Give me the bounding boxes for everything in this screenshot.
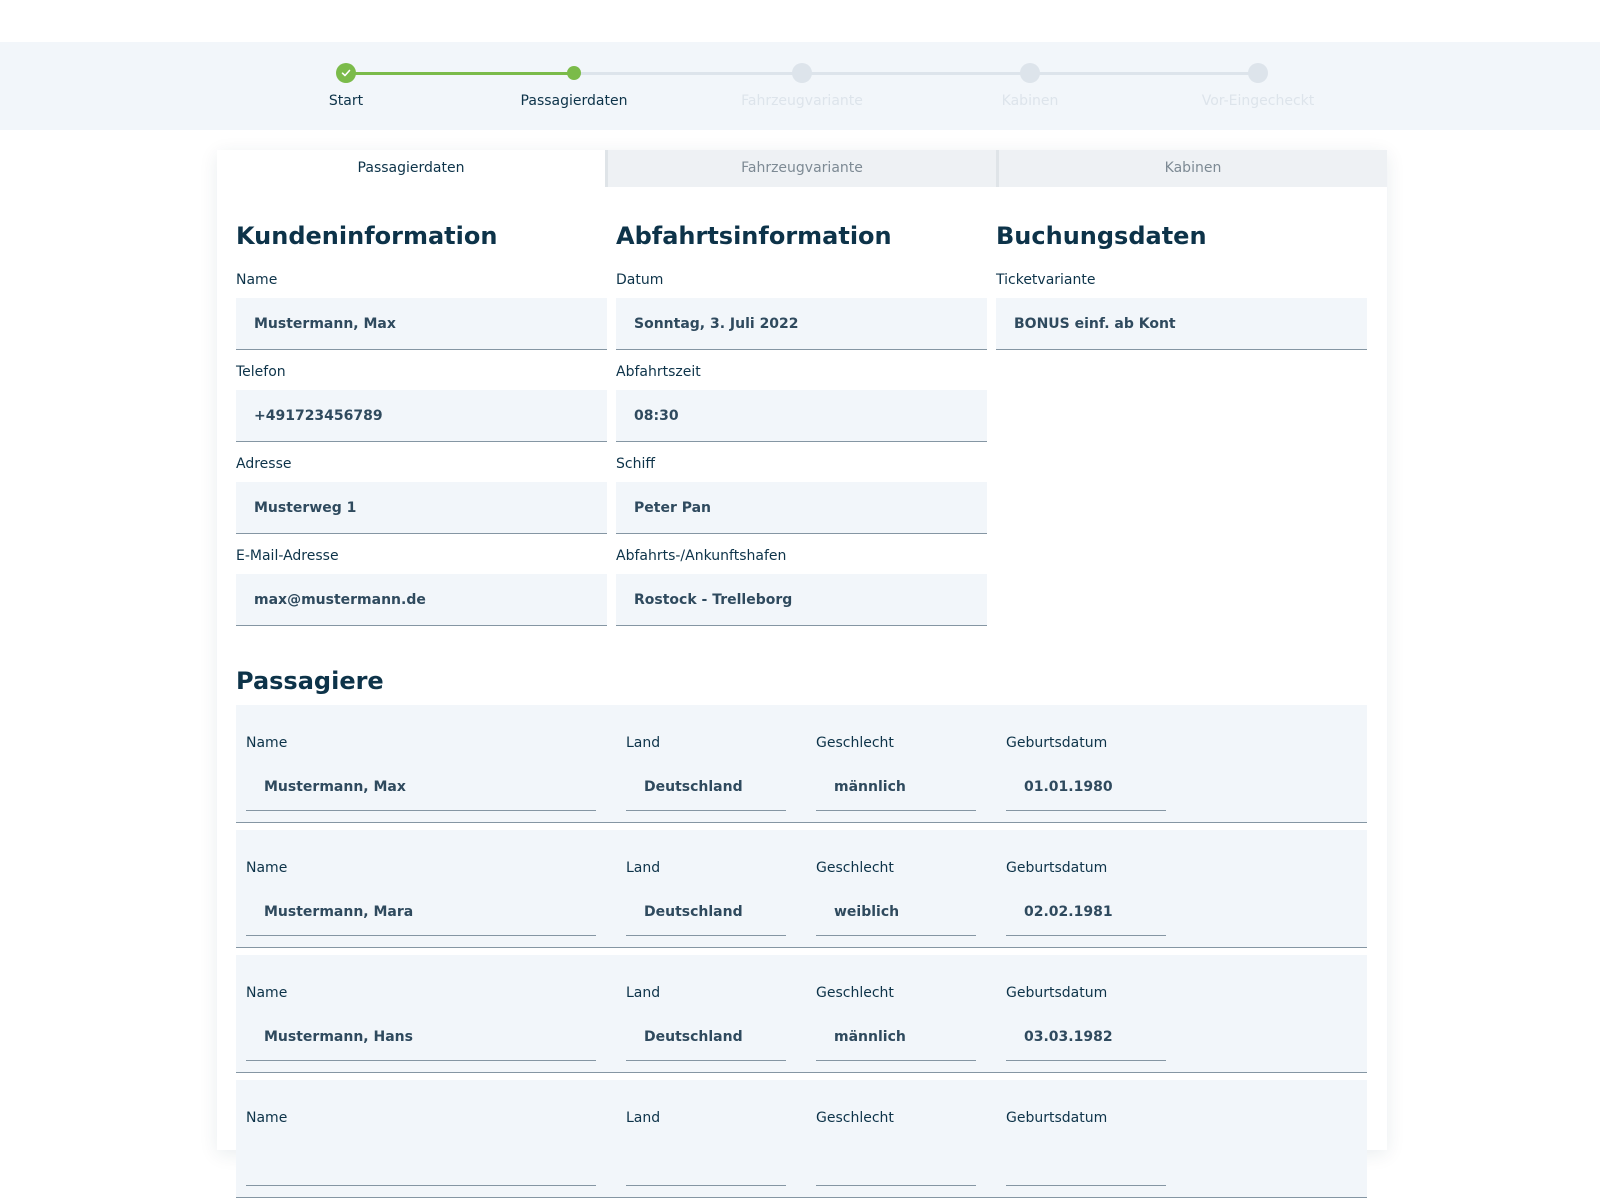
field-label: Abfahrtszeit (616, 364, 701, 380)
passenger-gender-field[interactable]: männlich (816, 1013, 976, 1061)
booking-section: Buchungsdaten Ticketvariante BONUS einf.… (996, 222, 1367, 350)
passenger-gender-label: Geschlecht (816, 1110, 894, 1126)
passenger-name-field[interactable]: Mustermann, Mara (246, 888, 596, 936)
customer-phone-field[interactable]: +491723456789 (236, 390, 607, 442)
passenger-country-label: Land (626, 1110, 661, 1126)
step-done-dot (336, 63, 356, 83)
passenger-gender-field[interactable]: weiblich (816, 888, 976, 936)
ship-field[interactable]: Peter Pan (616, 482, 987, 534)
field-label: Adresse (236, 456, 292, 472)
passenger-birthdate-field[interactable] (1006, 1138, 1166, 1186)
departure-date-field[interactable]: Sonntag, 3. Juli 2022 (616, 298, 987, 350)
stepper-line-2 (574, 72, 802, 75)
step-label: Fahrzeugvariante (741, 93, 863, 109)
passenger-birthdate-field[interactable]: 02.02.1981 (1006, 888, 1166, 936)
passenger-country-field[interactable]: Deutschland (626, 888, 786, 936)
passenger-gender-label: Geschlecht (816, 985, 894, 1001)
passenger-gender-label: Geschlecht (816, 860, 894, 876)
customer-section: Kundeninformation Name Mustermann, Max T… (236, 222, 607, 626)
field-label: Telefon (236, 364, 286, 380)
passenger-name-label: Name (246, 1110, 288, 1126)
step-pending-dot (1248, 63, 1268, 83)
tab-fahrzeugvariante[interactable]: Fahrzeugvariante (605, 150, 996, 187)
passenger-row: Name Mustermann, Hans Land Deutschland Ges… (236, 955, 1367, 1073)
passenger-birthdate-field[interactable]: 03.03.1982 (1006, 1013, 1166, 1061)
passenger-name-field[interactable]: Mustermann, Max (246, 763, 596, 811)
stepper-line-3 (802, 72, 1030, 75)
tab-passagierdaten[interactable]: Passagierdaten (217, 150, 605, 187)
passenger-name-field[interactable] (246, 1138, 596, 1186)
step-label: Start (328, 93, 364, 109)
progress-stepper: Start Passagierdaten Fahrzeugvariante Ka… (0, 42, 1600, 130)
passenger-birthdate-field[interactable]: 01.01.1980 (1006, 763, 1166, 811)
field-label: Name (236, 272, 278, 288)
passenger-country-label: Land (626, 985, 661, 1001)
passenger-birthdate-label: Geburtsdatum (1006, 1110, 1108, 1126)
passenger-row: Name Mustermann, Mara Land Deutschland Ges… (236, 830, 1367, 948)
tab-bar: Passagierdaten Fahrzeugvariante Kabinen (217, 150, 1387, 187)
passenger-country-label: Land (626, 860, 661, 876)
field-label: E-Mail-Adresse (236, 548, 339, 564)
section-title: Buchungsdaten (996, 222, 1207, 250)
passenger-birthdate-label: Geburtsdatum (1006, 860, 1108, 876)
field-label: Schiff (616, 456, 655, 472)
passenger-country-field[interactable] (626, 1138, 786, 1186)
customer-email-field[interactable]: max@mustermann.de (236, 574, 607, 626)
passenger-gender-label: Geschlecht (816, 735, 894, 751)
booking-card: Passagierdaten Fahrzeugvariante Kabinen … (217, 150, 1387, 1198)
passenger-row: Name Land Geschlecht Geburtsdatum (236, 1080, 1367, 1198)
passenger-row: Name Mustermann, Max Land Deutschland Gesc… (236, 705, 1367, 823)
passenger-gender-field[interactable]: männlich (816, 763, 976, 811)
step-label: Passagierdaten (520, 93, 628, 109)
customer-name-field[interactable]: Mustermann, Max (236, 298, 607, 350)
passenger-country-field[interactable]: Deutschland (626, 763, 786, 811)
section-title: Abfahrtsinformation (616, 222, 892, 250)
route-field[interactable]: Rostock - Trelleborg (616, 574, 987, 626)
departure-section: Abfahrtsinformation Datum Sonntag, 3. Ju… (616, 222, 987, 626)
step-label: Kabinen (1001, 93, 1059, 109)
passenger-country-label: Land (626, 735, 661, 751)
field-label: Abfahrts-/Ankunftshafen (616, 548, 787, 564)
step-label: Vor-Eingecheckt (1201, 93, 1315, 109)
field-label: Ticketvariante (996, 272, 1096, 288)
stepper-line-4 (1030, 72, 1258, 75)
tab-kabinen[interactable]: Kabinen (996, 150, 1387, 187)
passenger-name-field[interactable]: Mustermann, Hans (246, 1013, 596, 1061)
customer-address-field[interactable]: Musterweg 1 (236, 482, 607, 534)
check-icon (341, 69, 351, 77)
passenger-birthdate-label: Geburtsdatum (1006, 985, 1108, 1001)
stepper-line-1 (346, 72, 574, 75)
section-title: Kundeninformation (236, 222, 498, 250)
step-pending-dot (1020, 63, 1040, 83)
passenger-country-field[interactable]: Deutschland (626, 1013, 786, 1061)
field-label: Datum (616, 272, 664, 288)
step-active-dot (567, 66, 581, 80)
departure-time-field[interactable]: 08:30 (616, 390, 987, 442)
passenger-gender-field[interactable] (816, 1138, 976, 1186)
passenger-name-label: Name (246, 985, 288, 1001)
passenger-name-label: Name (246, 735, 288, 751)
passengers-title: Passagiere (236, 667, 384, 695)
passenger-name-label: Name (246, 860, 288, 876)
step-pending-dot (792, 63, 812, 83)
passenger-birthdate-label: Geburtsdatum (1006, 735, 1108, 751)
ticket-variant-field[interactable]: BONUS einf. ab Kont (996, 298, 1367, 350)
